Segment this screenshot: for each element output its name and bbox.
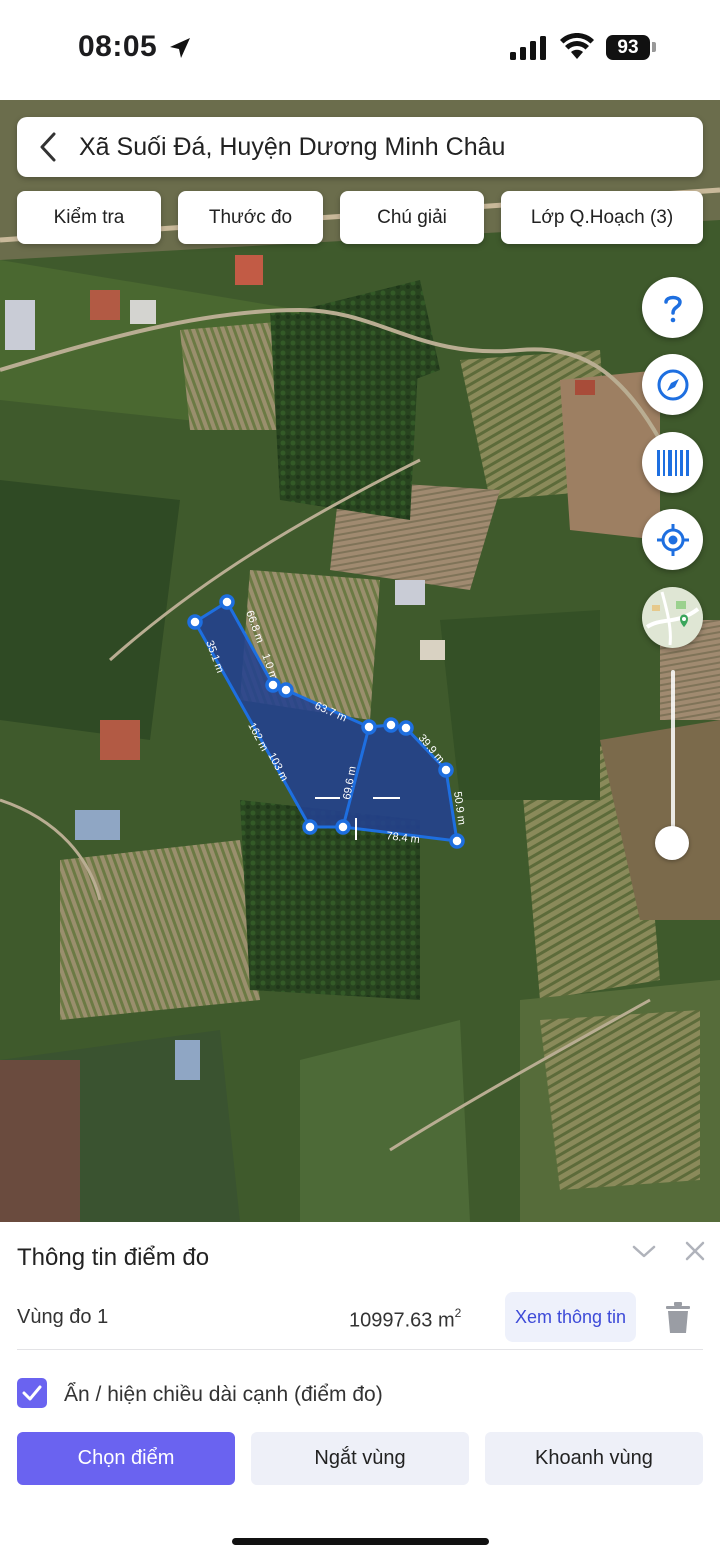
map-canvas: 35.1 m 66.8 m 1.0 m 63.7 m 39.9 m 50.9 m… — [0, 100, 720, 1222]
locate-button[interactable] — [642, 509, 703, 570]
check-button[interactable]: Kiểm tra — [17, 191, 161, 244]
measurement-panel: Thông tin điểm đo Vùng đo 1 10997.63 m2 … — [0, 1222, 720, 1560]
zoom-slider-thumb[interactable] — [655, 826, 689, 860]
zoom-slider-track[interactable] — [671, 670, 675, 840]
vertex-handle[interactable] — [187, 614, 203, 630]
vertex-handle[interactable] — [383, 717, 399, 733]
checkmark-icon — [22, 1385, 42, 1401]
locate-icon — [656, 523, 689, 556]
back-chevron-icon[interactable] — [37, 131, 59, 163]
help-button[interactable] — [642, 277, 703, 338]
compass-icon — [657, 369, 688, 400]
panel-title: Thông tin điểm đo — [17, 1244, 210, 1271]
vertex-handle[interactable] — [278, 682, 294, 698]
vertex-handle[interactable] — [219, 594, 235, 610]
status-time: 08:05 — [78, 30, 158, 63]
split-area-button[interactable]: Ngắt vùng — [251, 1432, 469, 1485]
vertex-handle[interactable] — [302, 819, 318, 835]
location-title: Xã Suối Đá, Huyện Dương Minh Châu — [79, 133, 506, 161]
view-info-button[interactable]: Xem thông tin — [505, 1292, 636, 1342]
chevron-down-icon[interactable] — [632, 1240, 656, 1264]
panel-divider — [17, 1349, 703, 1350]
satellite-map[interactable]: 35.1 m 66.8 m 1.0 m 63.7 m 39.9 m 50.9 m… — [0, 100, 720, 1222]
location-search-bar[interactable]: Xã Suối Đá, Huyện Dương Minh Châu — [17, 117, 703, 177]
barcode-button[interactable] — [642, 432, 703, 493]
vertex-handle[interactable] — [361, 719, 377, 735]
area-unit-exponent: 2 — [454, 1306, 462, 1320]
area-value-wrapper: 10997.63 m2 — [349, 1306, 462, 1333]
vertex-handle[interactable] — [335, 819, 351, 835]
map-style-button[interactable] — [642, 587, 703, 648]
status-bar: 08:05 93 — [0, 0, 720, 100]
home-indicator[interactable] — [232, 1538, 489, 1545]
cellular-signal-icon — [510, 36, 546, 60]
barcode-icon — [656, 449, 689, 476]
vertex-handle[interactable] — [449, 833, 465, 849]
area-value: 10997.63 m — [349, 1309, 455, 1332]
draw-area-button[interactable]: Khoanh vùng — [485, 1432, 703, 1485]
ruler-button[interactable]: Thước đo — [178, 191, 323, 244]
trash-icon[interactable] — [664, 1302, 692, 1334]
map-style-icon — [642, 587, 703, 648]
help-icon — [663, 295, 682, 322]
battery-nub — [652, 42, 656, 52]
battery-indicator: 93 — [606, 35, 650, 60]
planning-layer-button[interactable]: Lớp Q.Hoạch (3) — [501, 191, 703, 244]
pick-point-button[interactable]: Chọn điểm — [17, 1432, 235, 1485]
legend-button[interactable]: Chú giải — [340, 191, 484, 244]
location-arrow-icon — [170, 38, 190, 58]
area-label: Vùng đo 1 — [17, 1306, 109, 1328]
close-icon[interactable] — [684, 1240, 706, 1262]
wifi-icon — [560, 33, 594, 59]
vertex-handle[interactable] — [265, 677, 281, 693]
vertex-handle[interactable] — [398, 720, 414, 736]
compass-button[interactable] — [642, 354, 703, 415]
vertex-handle[interactable] — [438, 762, 454, 778]
edge-length-toggle-label: Ẩn / hiện chiều dài cạnh (điểm đo) — [64, 1383, 383, 1406]
edge-length-checkbox[interactable] — [17, 1378, 47, 1408]
